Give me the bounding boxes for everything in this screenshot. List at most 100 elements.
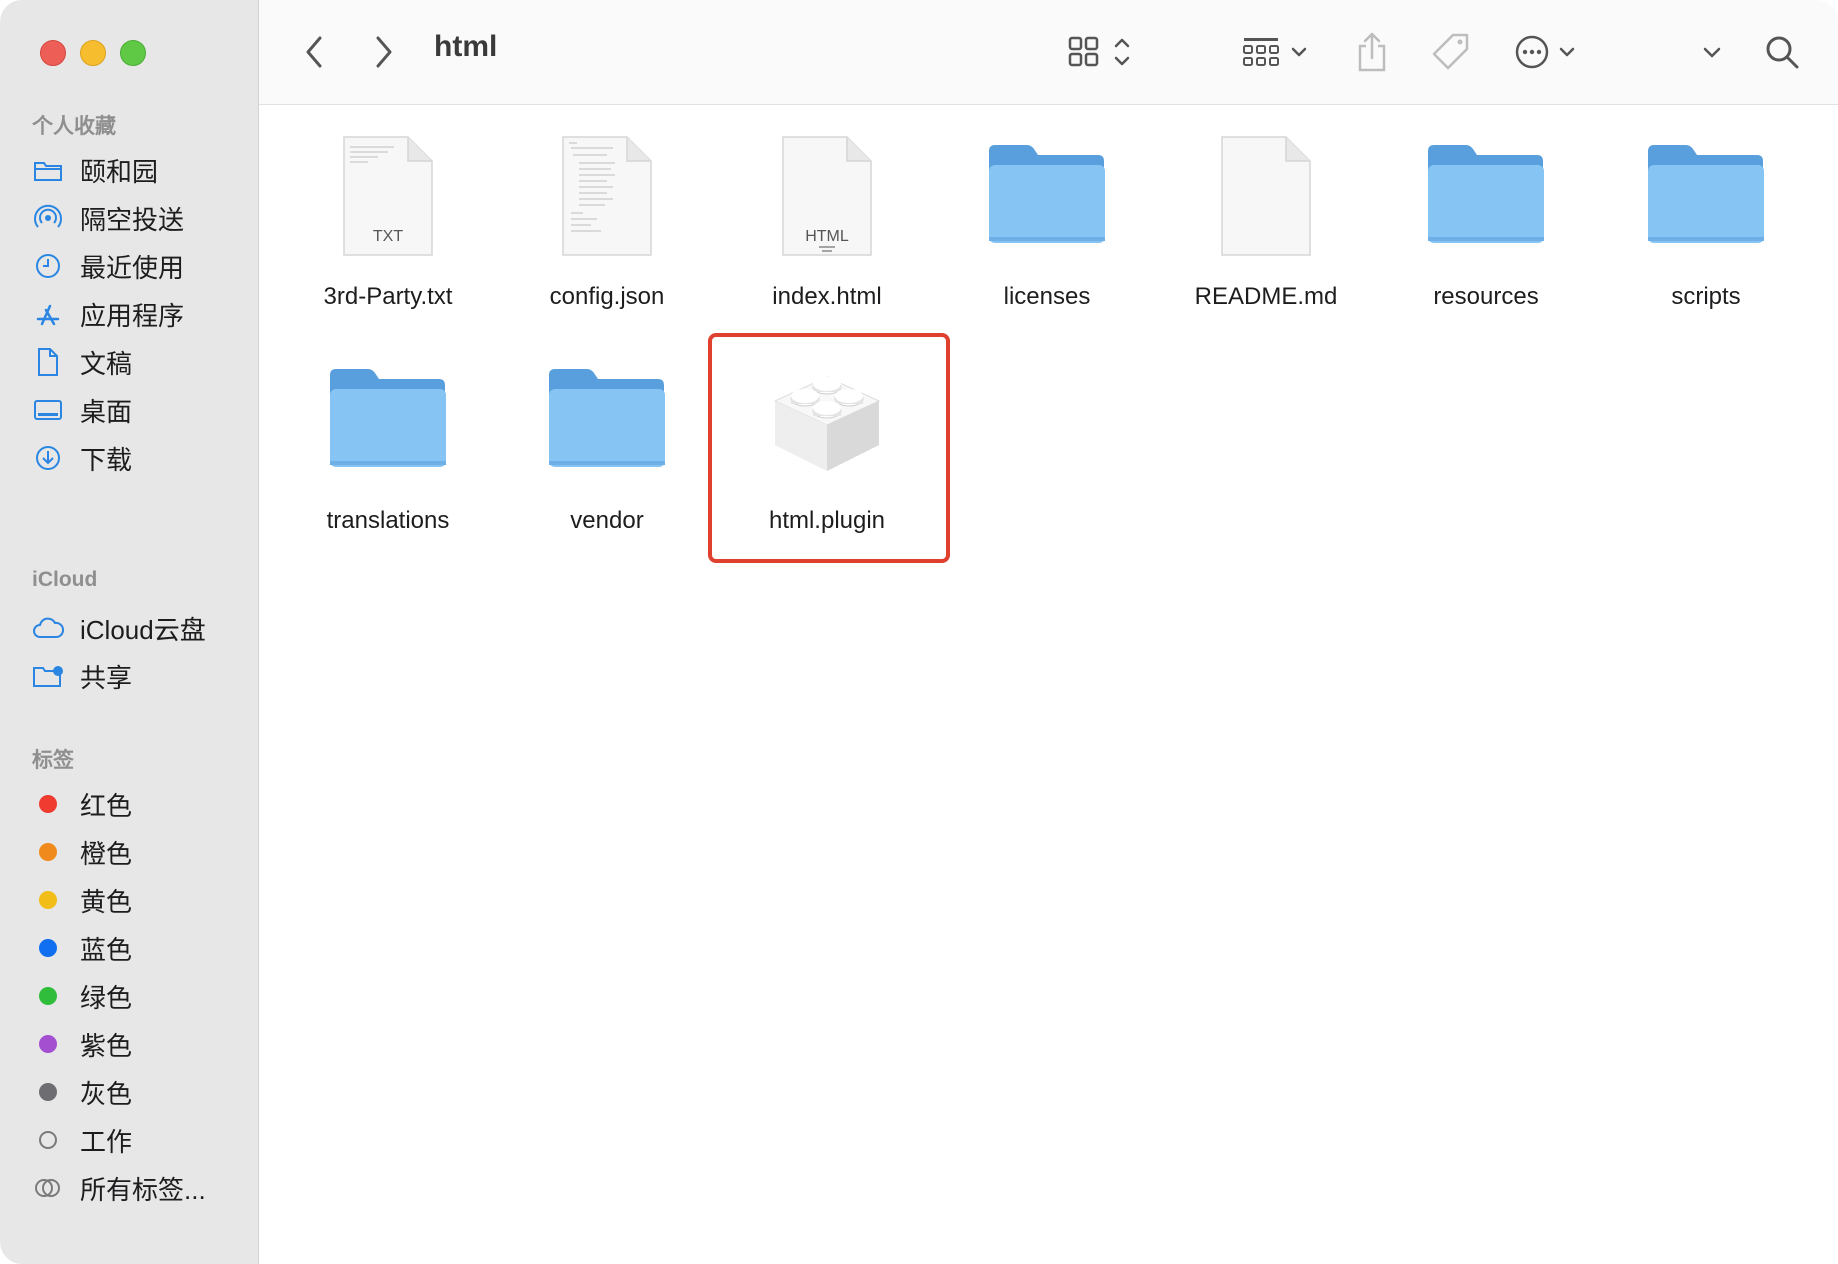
svg-text:TXT: TXT <box>373 228 403 245</box>
zoom-window-button[interactable] <box>120 40 146 66</box>
sidebar-item-label: 应用程序 <box>80 300 185 331</box>
back-button[interactable] <box>296 24 332 80</box>
document-icon <box>30 344 66 380</box>
file-name: resources <box>1433 283 1539 310</box>
file-name: README.md <box>1194 283 1338 310</box>
share-button[interactable] <box>1352 24 1392 80</box>
empty-tag-dot-icon <box>39 1131 57 1149</box>
sidebar-item-label: 工作 <box>80 1126 133 1157</box>
airdrop-icon <box>30 200 66 236</box>
json-file-icon <box>557 133 657 264</box>
sidebar-tag-purple[interactable]: 紫色 <box>30 1019 250 1069</box>
action-menu-button[interactable] <box>1512 24 1588 80</box>
finder-window: 个人收藏 颐和园 隔空投送 最近使用 应用程序 文稿 桌面 下载 iCloud … <box>0 0 1838 1264</box>
tag-icon <box>1432 33 1469 70</box>
sidebar-item-label: 紫色 <box>80 1030 133 1061</box>
orange-tag-dot-icon <box>39 843 57 861</box>
html-file-icon: HTML <box>777 133 877 264</box>
sidebar-item-downloads[interactable]: 下载 <box>30 433 250 483</box>
file-item[interactable]: TXT 3rd-Party.txt <box>283 113 493 313</box>
sidebar-tag-work[interactable]: 工作 <box>30 1115 250 1165</box>
svg-text:HTML: HTML <box>805 228 849 245</box>
folder-icon <box>30 152 66 188</box>
applications-icon <box>30 296 66 332</box>
sidebar-tag-gray[interactable]: 灰色 <box>30 1067 250 1117</box>
sidebar-item-label: 桌面 <box>80 396 133 427</box>
icloud-header: iCloud <box>32 568 98 591</box>
markdown-file-icon <box>1216 133 1316 264</box>
sidebar-item-label: 共享 <box>80 662 133 693</box>
purple-tag-dot-icon <box>39 1035 57 1053</box>
sidebar-item-label: iCloud云盘 <box>80 614 206 645</box>
file-name: 3rd-Party.txt <box>323 283 453 310</box>
file-name: config.json <box>549 283 665 310</box>
sidebar-item-shared[interactable]: 共享 <box>30 651 250 701</box>
sidebar-item-applications[interactable]: 应用程序 <box>30 289 250 339</box>
desktop-icon <box>30 392 66 428</box>
file-item[interactable]: HTML index.html <box>722 113 932 313</box>
close-window-button[interactable] <box>40 40 66 66</box>
sidebar-tag-all[interactable]: 所有标签... <box>30 1163 250 1213</box>
file-item[interactable]: README.md <box>1161 113 1371 313</box>
sidebar-item-label: 隔空投送 <box>80 204 185 235</box>
gray-tag-dot-icon <box>39 1083 57 1101</box>
yellow-tag-dot-icon <box>39 891 57 909</box>
sidebar-tag-green[interactable]: 绿色 <box>30 971 250 1021</box>
sidebar-item-label: 橙色 <box>80 838 133 869</box>
sidebar-item-documents[interactable]: 文稿 <box>30 337 250 387</box>
sidebar-item-icloud-drive[interactable]: iCloud云盘 <box>30 603 250 653</box>
sidebar-item-label: 灰色 <box>80 1078 133 1109</box>
chevron-right-icon <box>376 36 392 68</box>
tags-button[interactable] <box>1428 24 1474 80</box>
folder-icon <box>1644 143 1768 252</box>
file-name: vendor <box>570 507 644 534</box>
sidebar-item-label: 蓝色 <box>80 934 133 965</box>
forward-button[interactable] <box>366 24 402 80</box>
sidebar-item-yiheyuan[interactable]: 颐和园 <box>30 145 250 195</box>
sidebar-item-label: 最近使用 <box>80 252 185 283</box>
folder-item[interactable]: vendor <box>502 337 712 537</box>
icon-view-grid-icon <box>1068 36 1130 67</box>
cloud-icon <box>30 610 66 646</box>
sidebar-item-label: 黄色 <box>80 886 133 917</box>
view-mode-button[interactable] <box>1064 24 1144 80</box>
chevron-down-icon <box>1703 47 1721 58</box>
sidebar-item-label: 文稿 <box>80 348 133 379</box>
red-tag-dot-icon <box>39 795 57 813</box>
folder-item[interactable]: translations <box>283 337 493 537</box>
folder-icon <box>326 367 450 476</box>
sidebar-item-recents[interactable]: 最近使用 <box>30 241 250 291</box>
folder-item[interactable]: licenses <box>942 113 1152 313</box>
share-icon <box>1358 32 1386 72</box>
minimize-window-button[interactable] <box>80 40 106 66</box>
window-title: html <box>434 30 498 63</box>
sidebar-item-label: 所有标签... <box>80 1174 206 1205</box>
search-button[interactable] <box>1762 24 1802 80</box>
sidebar-tag-orange[interactable]: 橙色 <box>30 827 250 877</box>
sidebar-item-desktop[interactable]: 桌面 <box>30 385 250 435</box>
folder-item[interactable]: scripts <box>1601 113 1811 313</box>
sidebar-item-label: 颐和园 <box>80 156 159 187</box>
green-tag-dot-icon <box>39 987 57 1005</box>
sidebar-item-airdrop[interactable]: 隔空投送 <box>30 193 250 243</box>
favorites-header: 个人收藏 <box>32 115 116 138</box>
folder-item[interactable]: resources <box>1381 113 1591 313</box>
sidebar-item-label: 绿色 <box>80 982 133 1013</box>
group-by-button[interactable] <box>1238 24 1318 80</box>
sidebar-tag-red[interactable]: 红色 <box>30 779 250 829</box>
sidebar-tag-blue[interactable]: 蓝色 <box>30 923 250 973</box>
file-item[interactable]: config.json <box>502 113 712 313</box>
sidebar: 个人收藏 颐和园 隔空投送 最近使用 应用程序 文稿 桌面 下载 iCloud … <box>0 0 259 1264</box>
sidebar-tag-yellow[interactable]: 黄色 <box>30 875 250 925</box>
folder-icon <box>1424 143 1548 252</box>
download-icon <box>30 440 66 476</box>
sidebar-item-label: 下载 <box>80 444 133 475</box>
file-name: scripts <box>1671 283 1741 310</box>
file-name: licenses <box>1003 283 1091 310</box>
selection-highlight-box <box>708 333 950 563</box>
ellipsis-circle-icon <box>1515 35 1575 69</box>
more-toolbar-button[interactable] <box>1698 24 1726 80</box>
shared-folder-icon <box>30 658 66 694</box>
tags-header: 标签 <box>32 749 74 772</box>
file-name: translations <box>326 507 450 534</box>
